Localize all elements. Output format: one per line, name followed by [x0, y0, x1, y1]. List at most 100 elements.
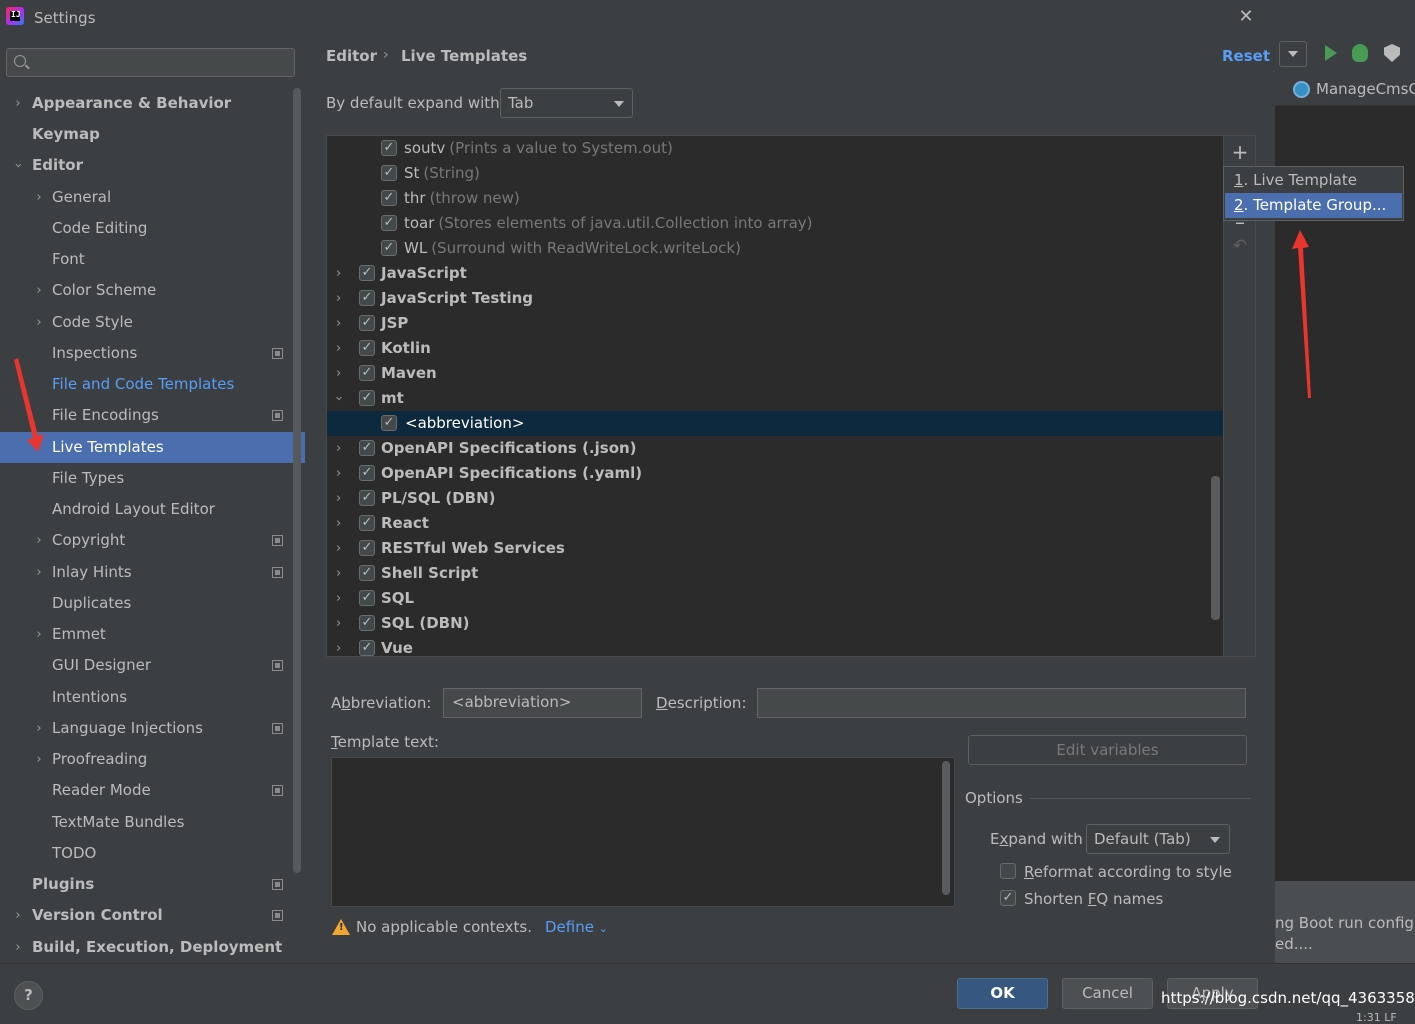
checkbox[interactable]: ✓	[359, 290, 375, 306]
template-group-row[interactable]: › ✓ Vue	[327, 636, 1223, 656]
chevron-right-icon[interactable]: ›	[336, 461, 341, 486]
sidebar-item-plugins[interactable]: Plugins	[0, 869, 305, 900]
chevron-right-icon[interactable]: ›	[336, 536, 341, 561]
sidebar-item-todo[interactable]: TODO	[0, 838, 305, 869]
search-input[interactable]	[6, 48, 295, 77]
sidebar-item-appearance-behavior[interactable]: › Appearance & Behavior	[0, 88, 305, 119]
chevron-right-icon[interactable]: ›	[336, 586, 341, 611]
template-group-row[interactable]: › ✓ OpenAPI Specifications (.json)	[327, 436, 1223, 461]
ok-button[interactable]: OK	[957, 978, 1048, 1009]
chevron-right-icon[interactable]: ›	[336, 486, 341, 511]
chevron-right-icon[interactable]: ›	[336, 511, 341, 536]
undo-icon[interactable]: ↶	[1231, 236, 1249, 258]
template-row[interactable]: ✓ soutv (Prints a value to System.out)	[327, 136, 1223, 161]
coverage-icon[interactable]	[1384, 44, 1400, 62]
tree-scrollbar[interactable]	[1211, 476, 1220, 620]
sidebar-scrollbar[interactable]	[293, 88, 301, 873]
checkbox[interactable]: ✓	[359, 365, 375, 381]
chevron-right-icon[interactable]: ›	[336, 286, 341, 311]
checkbox[interactable]: ✓	[359, 615, 375, 631]
template-row[interactable]: ✓ WL (Surround with ReadWriteLock.writeLoc…	[327, 236, 1223, 261]
template-group-row[interactable]: › ✓ JavaScript	[327, 261, 1223, 286]
sidebar-item-file-code-templates[interactable]: File and Code Templates	[0, 369, 305, 400]
sidebar-item-code-style[interactable]: › Code Style	[0, 307, 305, 338]
add-icon[interactable]: +	[1231, 140, 1249, 164]
checkbox[interactable]: ✓	[359, 465, 375, 481]
sidebar-item-gui-designer[interactable]: GUI Designer	[0, 650, 305, 681]
sidebar-item-textmate-bundles[interactable]: TextMate Bundles	[0, 807, 305, 838]
checkbox[interactable]: ✓	[359, 340, 375, 356]
cancel-button[interactable]: Cancel	[1062, 978, 1153, 1009]
checkbox[interactable]: ✓	[381, 140, 397, 156]
sidebar-item-color-scheme[interactable]: › Color Scheme	[0, 275, 305, 306]
sidebar-item-proofreading[interactable]: › Proofreading	[0, 744, 305, 775]
template-row[interactable]: ✓ thr (throw new)	[327, 186, 1223, 211]
sidebar-item-version-control[interactable]: › Version Control	[0, 900, 305, 931]
sidebar-item-inlay-hints[interactable]: › Inlay Hints	[0, 557, 305, 588]
checkbox[interactable]: ✓	[359, 265, 375, 281]
checkbox[interactable]: ✓	[359, 440, 375, 456]
checkbox[interactable]: ✓	[381, 190, 397, 206]
checkbox[interactable]: ✓	[359, 640, 375, 656]
sidebar-item-copyright[interactable]: › Copyright	[0, 525, 305, 556]
template-group-row[interactable]: › ✓ PL/SQL (DBN)	[327, 486, 1223, 511]
template-row-selected[interactable]: ✓ <abbreviation>	[327, 411, 1223, 436]
run-icon[interactable]	[1325, 45, 1337, 61]
sidebar-item-keymap[interactable]: Keymap	[0, 119, 305, 150]
sidebar-item-language-injections[interactable]: › Language Injections	[0, 713, 305, 744]
template-group-row[interactable]: › ✓ Shell Script	[327, 561, 1223, 586]
sidebar-item-inspections[interactable]: Inspections	[0, 338, 305, 369]
description-field[interactable]	[757, 688, 1246, 718]
sidebar-item-general[interactable]: › General	[0, 182, 305, 213]
menu-item-template-group[interactable]: 2. Template Group...	[1225, 193, 1402, 218]
define-link[interactable]: Define ⌄	[545, 918, 608, 936]
checkbox[interactable]: ✓	[359, 315, 375, 331]
checkbox[interactable]: ✓	[381, 415, 397, 431]
notification-balloon[interactable]: ng Boot run configu ed....	[1275, 881, 1415, 966]
chevron-right-icon[interactable]: ›	[336, 611, 341, 636]
chevron-down-icon[interactable]: ›	[327, 396, 351, 401]
chevron-right-icon[interactable]: ›	[336, 361, 341, 386]
chevron-right-icon[interactable]: ›	[336, 311, 341, 336]
sidebar-item-file-encodings[interactable]: File Encodings	[0, 400, 305, 431]
chevron-right-icon[interactable]: ›	[336, 436, 341, 461]
template-group-row[interactable]: › ✓ JSP	[327, 311, 1223, 336]
template-group-row[interactable]: › ✓ Maven	[327, 361, 1223, 386]
abbreviation-field[interactable]: <abbreviation>	[443, 688, 642, 718]
reset-button[interactable]: Reset	[1222, 47, 1270, 65]
checkbox[interactable]: ✓	[359, 590, 375, 606]
debug-icon[interactable]	[1352, 44, 1368, 62]
sidebar-item-code-editing[interactable]: Code Editing	[0, 213, 305, 244]
checkbox[interactable]: ✓	[359, 490, 375, 506]
sidebar-item-reader-mode[interactable]: Reader Mode	[0, 775, 305, 806]
sidebar-item-duplicates[interactable]: Duplicates	[0, 588, 305, 619]
checkbox[interactable]: ✓	[359, 540, 375, 556]
template-group-row[interactable]: › ✓ React	[327, 511, 1223, 536]
expand-with-select[interactable]: Default (Tab)	[1086, 824, 1230, 854]
sidebar-item-file-types[interactable]: File Types	[0, 463, 305, 494]
checkbox[interactable]: ✓	[359, 390, 375, 406]
chevron-right-icon[interactable]: ›	[336, 336, 341, 361]
checkbox[interactable]: ✓	[381, 240, 397, 256]
run-config-dropdown[interactable]	[1279, 41, 1307, 67]
sidebar-item-editor[interactable]: › Editor	[0, 150, 305, 181]
expand-default-select[interactable]: Tab	[500, 88, 633, 118]
sidebar-item-live-templates[interactable]: Live Templates	[0, 432, 305, 463]
sidebar-item-build-execution-deployment[interactable]: › Build, Execution, Deployment	[0, 932, 305, 963]
template-group-row[interactable]: › ✓ mt	[327, 386, 1223, 411]
template-row[interactable]: ✓ St (String)	[327, 161, 1223, 186]
template-group-row[interactable]: › ✓ OpenAPI Specifications (.yaml)	[327, 461, 1223, 486]
checkbox[interactable]: ✓	[381, 165, 397, 181]
sidebar-item-emmet[interactable]: › Emmet	[0, 619, 305, 650]
reformat-checkbox[interactable]	[1000, 863, 1016, 879]
sidebar-item-intentions[interactable]: Intentions	[0, 682, 305, 713]
checkbox[interactable]: ✓	[359, 515, 375, 531]
chevron-right-icon[interactable]: ›	[336, 636, 341, 656]
checkbox[interactable]: ✓	[359, 565, 375, 581]
sidebar-item-font[interactable]: Font	[0, 244, 305, 275]
template-group-row[interactable]: › ✓ RESTful Web Services	[327, 536, 1223, 561]
menu-item-live-template[interactable]: 1. Live Template	[1225, 168, 1402, 193]
chevron-right-icon[interactable]: ›	[336, 261, 341, 286]
edit-variables-button[interactable]: Edit variables	[968, 735, 1247, 765]
chevron-right-icon[interactable]: ›	[336, 561, 341, 586]
